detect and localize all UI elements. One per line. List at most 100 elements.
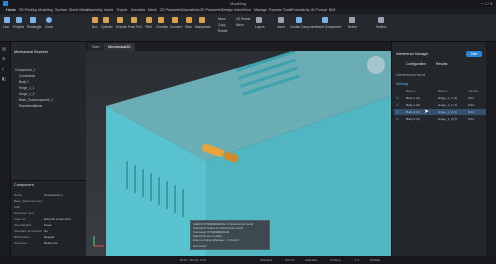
manipulate-button[interactable]: Manipulate bbox=[195, 25, 211, 29]
menu-design-intent[interactable]: Design Intent bbox=[222, 7, 243, 14]
insert-component-button[interactable]: Insert Component bbox=[316, 25, 341, 29]
rectangle-icon[interactable] bbox=[30, 17, 36, 23]
tree-item-representations[interactable]: Representations bbox=[19, 104, 42, 108]
status-item[interactable]: 1:1 bbox=[355, 256, 359, 264]
command-line[interactable]: CHECK INTERFERENCE: 2 interferences foun… bbox=[190, 220, 270, 250]
rectangle-button[interactable]: Rectangle bbox=[27, 25, 41, 29]
push-pull-button[interactable]: Push Pull bbox=[128, 25, 141, 29]
checkbox-icon[interactable]: ☑ bbox=[396, 95, 399, 101]
tab-configuration[interactable]: Configuration bbox=[406, 62, 426, 66]
menu-surface[interactable]: Surface bbox=[55, 7, 67, 14]
tree-item-body-1[interactable]: Body 1 bbox=[19, 80, 29, 84]
window-controls[interactable]: ─ ☐ ✕ bbox=[481, 1, 493, 6]
browser-icon[interactable]: ▤ bbox=[2, 46, 6, 51]
mirror-button[interactable]: Mirror bbox=[236, 23, 244, 27]
cylinder-icon[interactable] bbox=[103, 17, 109, 23]
menu-2d-parametric[interactable]: 2D Parametric bbox=[160, 7, 183, 14]
status-item[interactable]: MODEL bbox=[370, 256, 381, 264]
box-button[interactable]: Box bbox=[92, 25, 98, 29]
section-button[interactable]: Section bbox=[376, 25, 387, 29]
slice-icon[interactable] bbox=[186, 17, 192, 23]
tree-item-constraints[interactable]: Constraints bbox=[19, 74, 35, 78]
tree-item-hinge-1-1[interactable]: Hinge_1_1 bbox=[19, 86, 34, 90]
circle-icon[interactable] bbox=[46, 17, 52, 23]
menu-modeling[interactable]: Modeling bbox=[38, 7, 53, 14]
menu-export[interactable]: Export bbox=[117, 7, 127, 14]
3d-rotate-button[interactable]: 3D Rotate bbox=[236, 17, 250, 21]
prop-row[interactable]: BOM status Regular bbox=[14, 235, 84, 239]
tab-mechanical3d[interactable]: Mechanical3D bbox=[104, 43, 135, 51]
checkbox-icon[interactable]: ☑ bbox=[396, 102, 399, 108]
result-row[interactable]: ☑ Body 2 (3) Hinge_1_2 (7) 0.04 bbox=[394, 116, 486, 122]
line-icon[interactable] bbox=[4, 17, 10, 23]
chamfer-button[interactable]: Chamfer bbox=[156, 25, 168, 29]
box-icon[interactable] bbox=[92, 17, 98, 23]
status-item[interactable]: ISO-25 bbox=[285, 256, 295, 264]
layers-icon[interactable] bbox=[256, 17, 262, 23]
slice-button[interactable]: Slice bbox=[185, 25, 192, 29]
circle-button[interactable]: Circle bbox=[45, 25, 53, 29]
menu-operations[interactable]: Operations bbox=[182, 7, 200, 14]
rotate-button[interactable]: Rotate bbox=[218, 29, 227, 33]
checkbox-icon[interactable]: ☑ bbox=[396, 116, 399, 122]
push-pull-icon[interactable] bbox=[131, 17, 137, 23]
extrude-icon[interactable] bbox=[117, 17, 123, 23]
settings-link[interactable]: Settings bbox=[396, 82, 408, 86]
fx-icon[interactable]: ƒ bbox=[2, 66, 4, 71]
menu-insert[interactable]: Insert bbox=[104, 7, 113, 14]
insert-icon[interactable] bbox=[278, 17, 284, 23]
menu-3d-printing[interactable]: 3D Printing bbox=[19, 7, 37, 14]
prop-row[interactable]: Extension type bbox=[14, 211, 84, 215]
menu-mesh[interactable]: Mesh bbox=[148, 7, 157, 14]
prop-row[interactable]: Tolerance Reference bbox=[14, 241, 84, 245]
menu-ai-prompt[interactable]: AI Prompt bbox=[311, 7, 327, 14]
result-row[interactable]: ☑ Body 1 (3) Hinge_1_1 (4) 0.04 bbox=[394, 95, 486, 101]
menu-productivity[interactable]: Productivity bbox=[291, 7, 310, 14]
properties-icon[interactable]: ⚙ bbox=[2, 56, 6, 61]
command-input[interactable]: Command: bbox=[193, 244, 207, 248]
prop-row[interactable]: Insert as External component bbox=[14, 217, 84, 221]
line-button[interactable]: Line bbox=[3, 25, 9, 29]
prop-row[interactable]: Path bbox=[14, 205, 84, 209]
prop-row[interactable]: Name Component_1 bbox=[14, 193, 84, 197]
checkbox-icon[interactable]: ☑ bbox=[396, 109, 399, 115]
tab-results[interactable]: Results bbox=[436, 62, 447, 66]
polyline-icon[interactable] bbox=[16, 17, 22, 23]
tree-item-hinge-1-2[interactable]: Hinge_1_2 bbox=[19, 92, 34, 96]
menu-express-tools[interactable]: Express Tools bbox=[269, 7, 291, 14]
cylinder-button[interactable]: Cylinder bbox=[101, 25, 113, 29]
menu-sheet-metal[interactable]: Sheet Metal bbox=[69, 7, 88, 14]
status-item[interactable]: Standard bbox=[305, 256, 317, 264]
move-button[interactable]: Move bbox=[218, 17, 226, 21]
tab-start[interactable]: Start bbox=[88, 43, 104, 51]
menu-annotate[interactable]: Annotate bbox=[131, 7, 145, 14]
layers-button[interactable]: Layers bbox=[255, 25, 265, 29]
create-component-icon[interactable] bbox=[296, 17, 302, 23]
layers-panel-icon[interactable]: ◧ bbox=[2, 76, 6, 81]
tree-item-component[interactable]: Component_1 bbox=[15, 68, 35, 72]
result-row[interactable]: ☑ Body 1 (3) Hinge_1_1 (7) 0.04 bbox=[394, 102, 486, 108]
extrude-button[interactable]: Extrude bbox=[116, 25, 127, 29]
insert-button[interactable]: Insert bbox=[277, 25, 285, 29]
prop-row[interactable]: Size/Variable Fixed bbox=[14, 223, 84, 227]
start-button[interactable]: Start bbox=[466, 51, 482, 57]
select-button[interactable]: Select bbox=[348, 25, 357, 29]
menu-manage[interactable]: Manage bbox=[254, 7, 267, 14]
result-row[interactable]: ☑ Body 2 (3) Hinge_1_2 (1) 0.04 bbox=[394, 109, 486, 115]
manipulate-icon[interactable] bbox=[199, 17, 205, 23]
prop-row[interactable]: Base_Subcomponent bbox=[14, 199, 84, 203]
copy-button[interactable]: Copy bbox=[218, 23, 225, 27]
prop-row[interactable]: Standard component No bbox=[14, 229, 84, 233]
polyline-button[interactable]: Polyline bbox=[13, 25, 24, 29]
status-item[interactable]: Standard bbox=[260, 256, 272, 264]
insert-component-icon[interactable] bbox=[322, 17, 328, 23]
chamfer-icon[interactable] bbox=[158, 17, 164, 23]
create-component-button[interactable]: Create Component bbox=[290, 25, 317, 29]
menu-bim[interactable]: BIM bbox=[329, 7, 335, 14]
section-icon[interactable] bbox=[378, 17, 384, 23]
tree-item-base-subcomponent[interactable]: Base_Subcomponent_1 bbox=[19, 98, 53, 102]
menu-assembly[interactable]: Assembly bbox=[87, 7, 103, 14]
connect-icon[interactable] bbox=[172, 17, 178, 23]
menu-home[interactable]: Home bbox=[6, 7, 16, 14]
select-icon[interactable] bbox=[349, 17, 355, 23]
